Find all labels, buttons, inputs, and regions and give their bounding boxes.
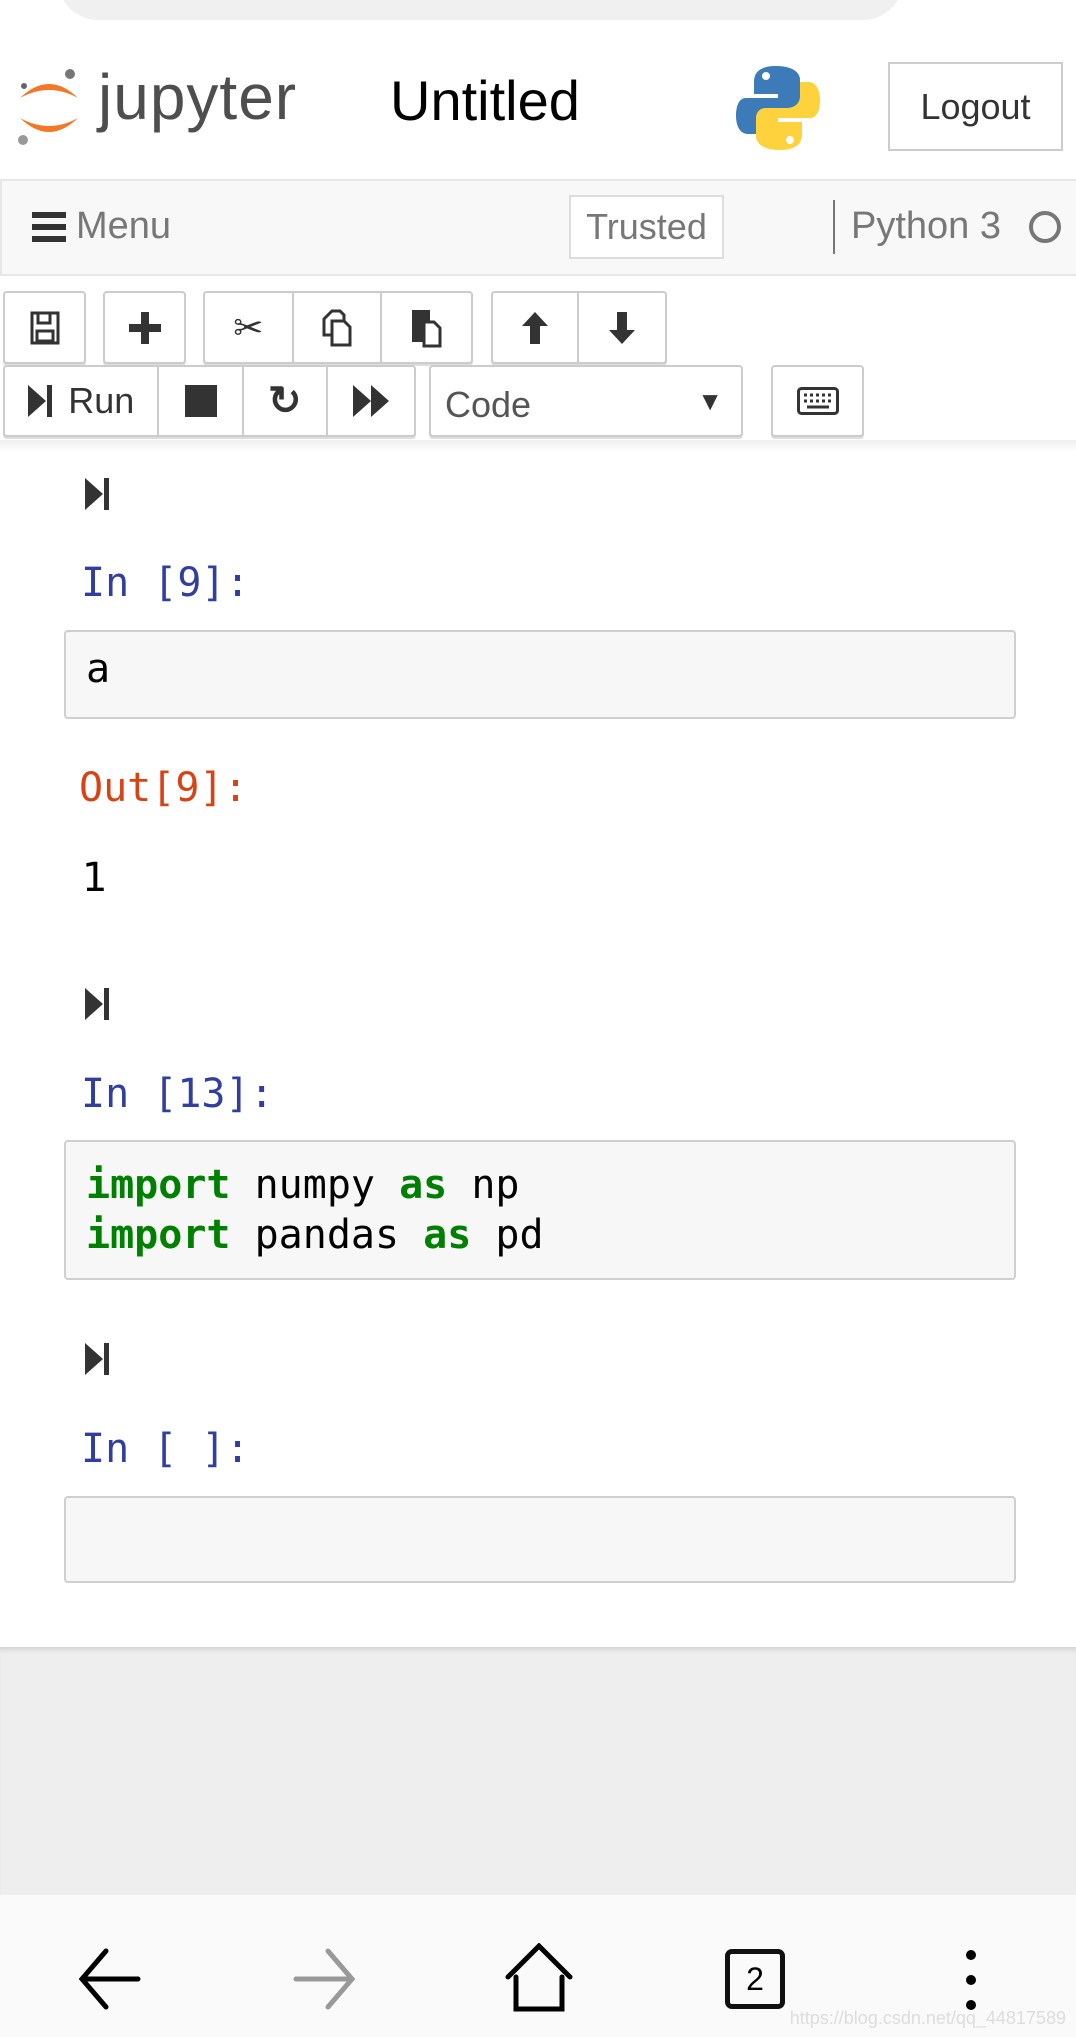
cell-type-value: Code — [445, 384, 532, 425]
toolbar-shadow — [0, 440, 1076, 452]
stop-icon — [184, 385, 217, 417]
jupyter-logo-text: jupyter — [98, 61, 298, 133]
page-background — [0, 1647, 1076, 1895]
run-cell-icon[interactable] — [85, 986, 111, 1022]
scissors-icon: ✂ — [233, 306, 264, 348]
save-icon — [30, 311, 59, 344]
menu-button[interactable]: Menu — [32, 205, 171, 248]
copy-button[interactable] — [294, 293, 383, 362]
keyword: as — [423, 1212, 472, 1258]
edit-group: ✂ — [203, 291, 473, 364]
kernel-status-icon — [1029, 211, 1061, 243]
code-line: import pandas as pd — [86, 1210, 994, 1260]
step-forward-icon — [28, 385, 53, 417]
cell-type-select[interactable]: Code ▼ — [429, 365, 743, 437]
logout-button[interactable]: Logout — [888, 62, 1063, 151]
cell-output: 1 — [82, 855, 108, 901]
run-group: Run ↻ — [3, 365, 416, 437]
home-icon[interactable] — [504, 1943, 574, 2013]
restart-button[interactable]: ↻ — [244, 367, 328, 435]
redo-icon: ↻ — [268, 379, 302, 423]
run-button[interactable]: Run — [5, 367, 160, 435]
input-prompt: In [ ]: — [81, 1426, 250, 1472]
code-cell-input[interactable] — [64, 1496, 1016, 1583]
fast-forward-icon — [352, 385, 389, 417]
cut-button[interactable]: ✂ — [205, 293, 294, 362]
jupyter-logo-icon — [18, 69, 78, 145]
run-label: Run — [68, 380, 135, 421]
keyword: import — [86, 1212, 231, 1258]
save-group — [3, 291, 86, 364]
browser-nav-bar: 2 https://blog.csdn.net/qq_44817589 — [0, 1895, 1076, 2037]
url-bar[interactable] — [58, 0, 903, 20]
insert-cell-button[interactable] — [105, 293, 184, 362]
move-group — [491, 291, 667, 364]
code-cell-input[interactable]: a — [64, 630, 1016, 719]
forward-icon[interactable] — [292, 1947, 356, 2011]
command-palette-button[interactable] — [771, 365, 864, 437]
more-options-icon[interactable] — [963, 1947, 979, 2013]
run-cell-icon[interactable] — [85, 1341, 111, 1377]
copy-icon — [322, 309, 352, 346]
interrupt-button[interactable] — [159, 367, 244, 435]
input-prompt: In [9]: — [81, 560, 250, 606]
insert-group — [103, 291, 186, 364]
keyword: import — [86, 1162, 231, 1208]
trusted-indicator[interactable]: Trusted — [569, 195, 724, 259]
code-cell-input[interactable]: import numpy as np import pandas as pd — [64, 1140, 1016, 1280]
arrow-up-icon — [522, 311, 548, 344]
move-down-button[interactable] — [579, 293, 665, 362]
hamburger-icon — [32, 211, 66, 242]
keyboard-icon — [796, 387, 839, 415]
run-cell-icon[interactable] — [85, 476, 111, 512]
code-line: import numpy as np — [86, 1160, 994, 1210]
menu-label: Menu — [76, 205, 172, 247]
jupyter-logo[interactable] — [14, 64, 84, 153]
alias: np — [447, 1162, 520, 1208]
tabs-button[interactable]: 2 — [725, 1949, 785, 2009]
output-prompt: Out[9]: — [79, 765, 248, 811]
back-icon[interactable] — [78, 1947, 142, 2011]
divider — [833, 200, 835, 254]
move-up-button[interactable] — [493, 293, 580, 362]
notebook-title[interactable]: Untitled — [390, 68, 580, 133]
alias: pd — [471, 1212, 544, 1258]
python-logo-icon — [736, 64, 820, 157]
input-prompt: In [13]: — [81, 1071, 274, 1117]
dropdown-caret-icon: ▼ — [697, 385, 723, 416]
paste-icon — [411, 309, 442, 347]
restart-run-all-button[interactable] — [328, 367, 414, 435]
keyword: as — [399, 1162, 448, 1208]
paste-button[interactable] — [382, 293, 471, 362]
module-name: pandas — [230, 1212, 424, 1258]
arrow-down-icon — [609, 311, 635, 344]
watermark: https://blog.csdn.net/qq_44817589 — [789, 2008, 1066, 2028]
tab-count: 2 — [746, 1960, 764, 1997]
save-button[interactable] — [5, 293, 84, 362]
kernel-name[interactable]: Python 3 — [851, 205, 1001, 248]
module-name: numpy — [230, 1162, 400, 1208]
plus-icon — [128, 311, 161, 344]
